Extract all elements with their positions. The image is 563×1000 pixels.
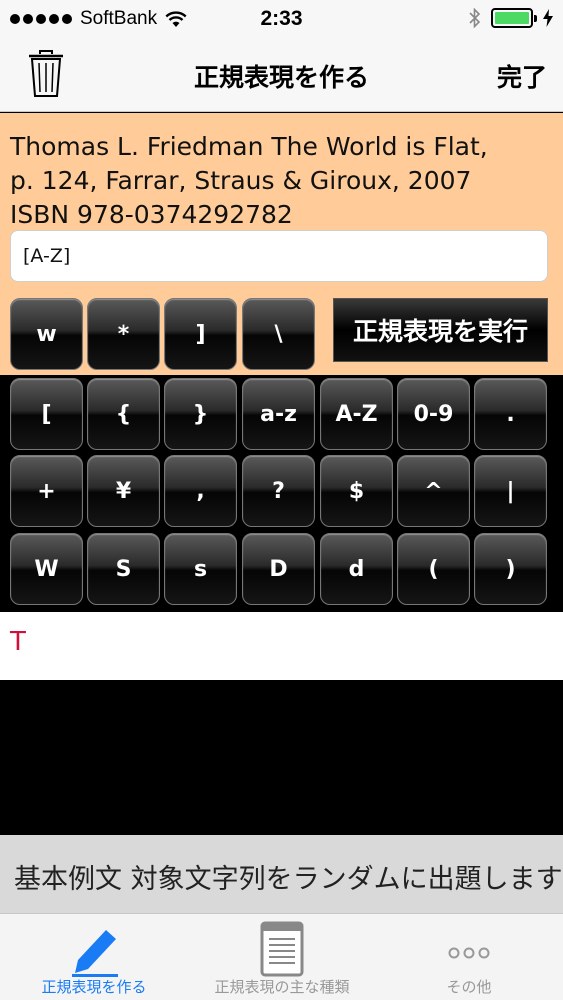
tab-label: 正規表現を作る bbox=[41, 978, 147, 996]
target-line-2: p. 124, Farrar, Straus & Giroux, 2007 bbox=[10, 166, 472, 195]
marquee-banner[interactable]: 基本例文 対象文字列をランダムに出題します bbox=[0, 835, 563, 913]
key-right-brace[interactable]: } bbox=[164, 378, 237, 450]
tab-make-regex[interactable]: 正規表現を作る bbox=[0, 914, 188, 1000]
more-icon bbox=[448, 947, 490, 959]
done-button[interactable]: 完了 bbox=[497, 58, 547, 94]
key-left-paren[interactable]: ( bbox=[397, 533, 470, 605]
key-0-9[interactable]: 0-9 bbox=[397, 378, 470, 450]
status-bar: SoftBank 2:33 bbox=[0, 0, 563, 40]
result-panel: T bbox=[0, 612, 563, 680]
key-left-bracket[interactable]: [ bbox=[10, 378, 83, 450]
key-D[interactable]: D bbox=[242, 533, 315, 605]
key-d[interactable]: d bbox=[320, 533, 393, 605]
key-question[interactable]: ? bbox=[242, 455, 315, 527]
key-pipe[interactable]: | bbox=[474, 455, 547, 527]
target-line-1: Thomas L. Friedman The World is Flat, bbox=[10, 132, 488, 161]
charging-icon bbox=[543, 9, 553, 27]
tab-label: 正規表現の主な種類 bbox=[214, 978, 350, 996]
key-dollar[interactable]: $ bbox=[320, 455, 393, 527]
status-right bbox=[469, 8, 553, 28]
battery-level bbox=[495, 12, 529, 24]
page-title: 正規表現を作る bbox=[193, 63, 369, 92]
document-icon bbox=[260, 921, 304, 977]
key-plus[interactable]: + bbox=[10, 455, 83, 527]
key-a-z[interactable]: a-z bbox=[242, 378, 315, 450]
target-line-3: ISBN 978-0374292782 bbox=[10, 200, 293, 229]
key-caret[interactable]: ^ bbox=[397, 455, 470, 527]
bluetooth-icon bbox=[469, 8, 481, 28]
key-s[interactable]: s bbox=[164, 533, 237, 605]
key-right-bracket[interactable]: ] bbox=[164, 298, 237, 370]
trash-icon[interactable] bbox=[26, 49, 66, 99]
tab-other[interactable]: その他 bbox=[375, 914, 563, 1000]
key-S[interactable]: S bbox=[87, 533, 160, 605]
nav-bar: 正規表現を作る 完了 bbox=[0, 40, 563, 112]
key-left-brace[interactable]: { bbox=[87, 378, 160, 450]
execute-regex-button[interactable]: 正規表現を実行 bbox=[333, 298, 548, 362]
key-W[interactable]: W bbox=[10, 533, 83, 605]
match-result: T bbox=[10, 627, 26, 657]
key-w[interactable]: w bbox=[10, 298, 83, 370]
banner-text: 基本例文 対象文字列をランダムに出題します bbox=[14, 864, 563, 895]
target-string: Thomas L. Friedman The World is Flat, p.… bbox=[10, 130, 555, 232]
key-A-Z[interactable]: A-Z bbox=[320, 378, 393, 450]
key-asterisk[interactable]: * bbox=[87, 298, 160, 370]
key-backslash[interactable]: \ bbox=[242, 298, 315, 370]
key-yen[interactable]: ¥ bbox=[87, 455, 160, 527]
tab-bar: 正規表現を作る 正規表現の主な種類 その他 bbox=[0, 913, 563, 1000]
tab-regex-types[interactable]: 正規表現の主な種類 bbox=[188, 914, 376, 1000]
key-dot[interactable]: . bbox=[474, 378, 547, 450]
key-comma[interactable]: , bbox=[164, 455, 237, 527]
key-right-paren[interactable]: ) bbox=[474, 533, 547, 605]
battery-icon bbox=[491, 8, 537, 28]
regex-input[interactable] bbox=[10, 230, 548, 282]
pencil-icon bbox=[72, 930, 118, 977]
tab-label: その他 bbox=[446, 978, 492, 996]
